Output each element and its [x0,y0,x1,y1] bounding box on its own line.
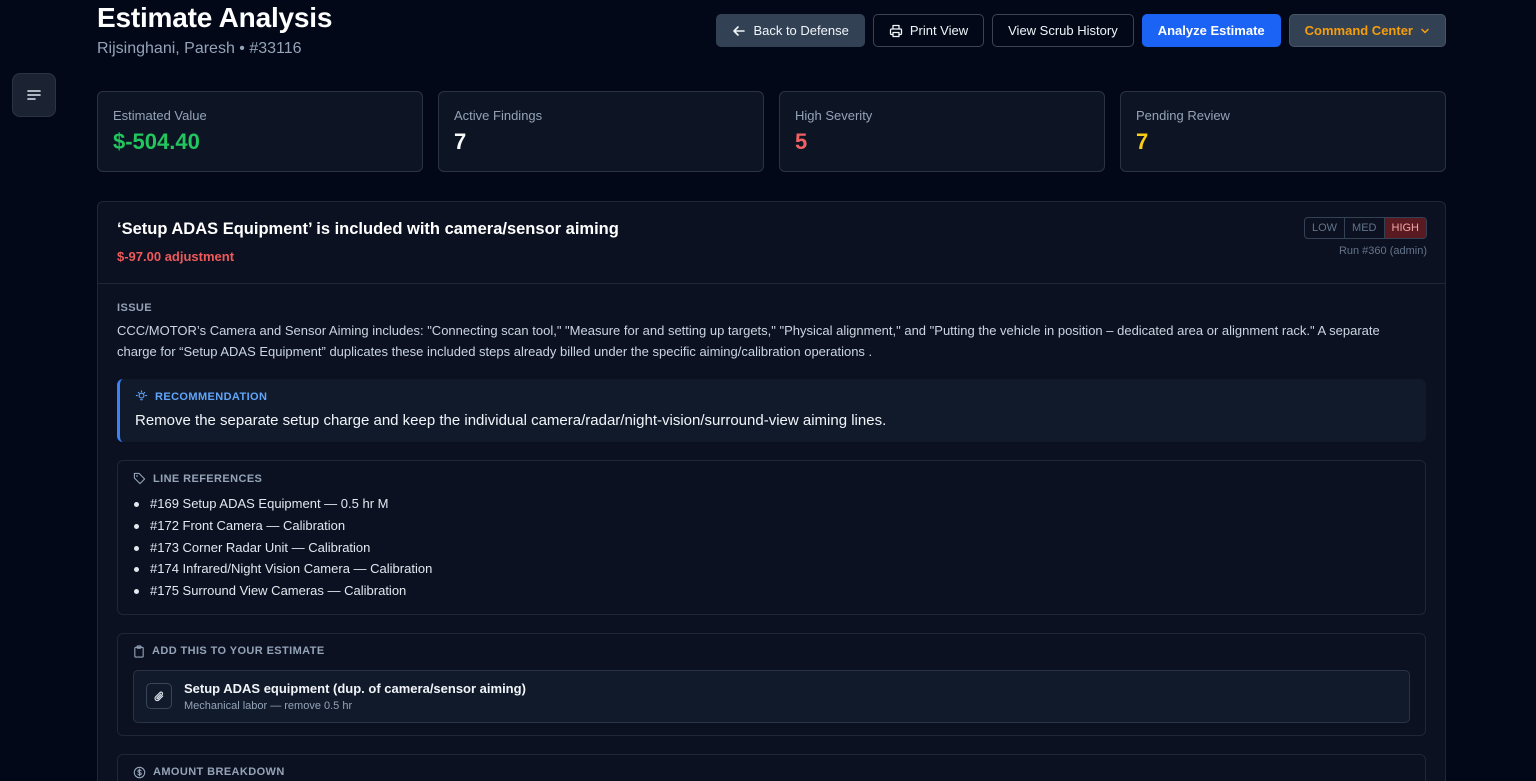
stat-label: Pending Review [1136,108,1230,123]
stats-row: Estimated Value $-504.40 Active Findings… [97,91,1446,172]
page-subtitle: Rijsinghani, Paresh • #33116 [97,40,302,57]
estimate-line-item[interactable]: Setup ADAS equipment (dup. of camera/sen… [133,669,1410,723]
severity-selector: LOW MED HIGH [1303,217,1427,239]
recommendation-label: RECOMMENDATION [155,390,268,403]
estimate-line-text: Setup ADAS equipment (dup. of camera/sen… [184,681,526,712]
estimate-line-title: Setup ADAS equipment (dup. of camera/sen… [184,680,526,696]
stat-label: High Severity [795,108,873,123]
amount-breakdown-label: AMOUNT BREAKDOWN [153,766,285,779]
estimate-line-subtitle: Mechanical labor — remove 0.5 hr [184,699,353,712]
recommendation-text: Remove the separate setup charge and kee… [135,412,887,429]
finding-title: ‘Setup ADAS Equipment’ is included with … [117,220,619,238]
severity-high-option[interactable]: HIGH [1384,218,1426,238]
attach-button[interactable] [146,683,172,710]
stat-label: Estimated Value [113,108,207,123]
analyze-estimate-label: Analyze Estimate [1157,23,1265,38]
list-item: #173 Corner Radar Unit — Calibration [133,537,1410,559]
page-header: Estimate Analysis Rijsinghani, Paresh • … [97,0,1446,70]
command-center-dropdown[interactable]: Command Center [1288,14,1446,47]
stat-card-estimated-value: Estimated Value $-504.40 [97,91,423,172]
paperclip-icon [154,691,163,702]
issue-text: CCC/MOTOR’s Camera and Sensor Aiming inc… [117,323,1380,359]
arrow-left-icon [733,25,746,36]
finding-header: ‘Setup ADAS Equipment’ is included with … [98,202,1445,284]
clipboard-icon [134,645,144,658]
command-center-label: Command Center [1304,23,1413,38]
stat-value: 5 [795,129,808,154]
finding-adjustment: $-97.00 adjustment [117,249,235,264]
analyze-estimate-button[interactable]: Analyze Estimate [1141,14,1281,47]
tag-icon [133,472,146,485]
sidebar-toggle-button[interactable] [12,73,56,117]
recommendation-panel: RECOMMENDATION Remove the separate setup… [117,379,1426,442]
line-references-label: LINE REFERENCES [153,472,263,485]
view-scrub-history-button[interactable]: View Scrub History [992,14,1134,47]
line-references-header: LINE REFERENCES [133,472,1410,485]
dollar-circle-icon [133,766,146,779]
amount-breakdown-panel: AMOUNT BREAKDOWN [117,753,1426,781]
run-label: Run #360 (admin) [1338,245,1427,257]
stat-value: 7 [454,129,467,154]
view-scrub-history-label: View Scrub History [1008,23,1118,38]
add-to-estimate-header: ADD THIS TO YOUR ESTIMATE [133,645,1410,658]
amount-breakdown-header: AMOUNT BREAKDOWN [133,766,1410,779]
toolbar: Back to Defense Print View View Scrub Hi… [716,14,1446,47]
line-references-panel: LINE REFERENCES #169 Setup ADAS Equipmen… [117,460,1426,615]
back-to-defense-label: Back to Defense [753,23,849,38]
finding-body: ISSUE CCC/MOTOR’s Camera and Sensor Aimi… [98,284,1445,781]
list-item: #169 Setup ADAS Equipment — 0.5 hr M [133,493,1410,515]
stat-value: 7 [1136,129,1149,154]
issue-label: ISSUE [117,302,153,314]
page-title: Estimate Analysis [97,2,333,33]
menu-lines-icon [27,90,41,100]
add-to-estimate-label: ADD THIS TO YOUR ESTIMATE [152,645,325,658]
list-item: #174 Infrared/Night Vision Camera — Cali… [133,558,1410,580]
print-view-label: Print View [909,23,969,38]
stat-card-active-findings: Active Findings 7 [438,91,764,172]
severity-med-option[interactable]: MED [1345,218,1385,238]
line-references-list: #169 Setup ADAS Equipment — 0.5 hr M #17… [133,493,1410,602]
finding-card: ‘Setup ADAS Equipment’ is included with … [97,201,1446,781]
list-item: #175 Surround View Cameras — Calibration [133,580,1410,602]
stat-card-pending-review: Pending Review 7 [1120,91,1446,172]
printer-icon [889,24,902,37]
list-item: #172 Front Camera — Calibration [133,515,1410,537]
add-to-estimate-panel: ADD THIS TO YOUR ESTIMATE Setup ADAS equ… [117,632,1426,736]
print-view-button[interactable]: Print View [872,14,985,47]
stat-value: $-504.40 [113,129,200,154]
back-to-defense-button[interactable]: Back to Defense [716,14,865,47]
stat-card-high-severity: High Severity 5 [779,91,1105,172]
lightbulb-icon [135,390,148,401]
severity-low-option[interactable]: LOW [1305,218,1346,238]
stat-label: Active Findings [454,108,543,123]
recommendation-header: RECOMMENDATION [135,390,1411,403]
chevron-down-icon [1421,28,1429,33]
